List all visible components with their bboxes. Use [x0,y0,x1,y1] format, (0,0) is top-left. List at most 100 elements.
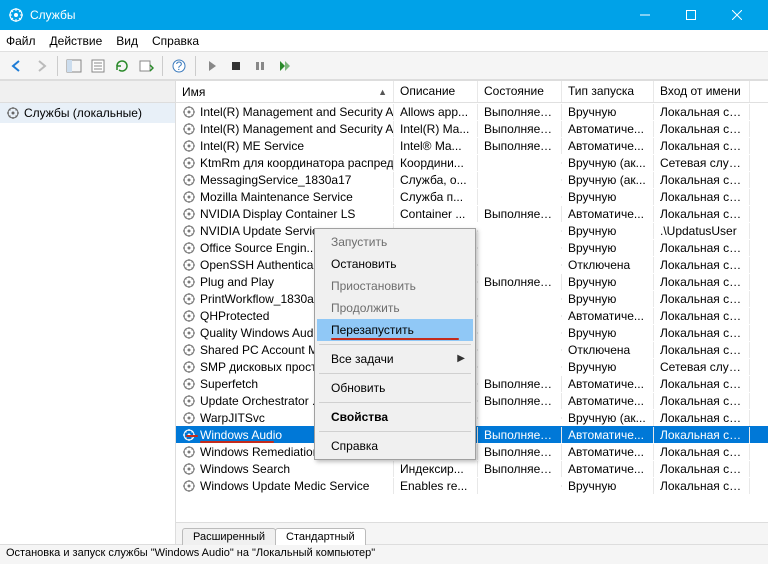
service-logon: Локальная слу... [654,325,750,341]
context-restart[interactable]: Перезапустить [317,319,473,341]
service-logon: Сетевая служба [654,155,750,171]
restart-service-button[interactable] [273,55,295,77]
service-logon: Локальная сис... [654,478,750,494]
context-stop[interactable]: Остановить [317,253,473,275]
view-tabs: Расширенный Стандартный [176,522,768,544]
service-startup: Вручную [562,325,654,341]
forward-button[interactable] [30,55,52,77]
service-row[interactable]: NVIDIA Display Container LSContainer ...… [176,205,768,222]
minimize-button[interactable] [622,0,668,30]
service-state: Выполняется [478,138,562,154]
stop-service-button[interactable] [225,55,247,77]
service-row[interactable]: Windows Update Medic Service Enables re..… [176,477,768,494]
properties-button[interactable] [87,55,109,77]
service-row[interactable]: Intel(R) Management and Security Ap...In… [176,120,768,137]
service-row[interactable]: Intel(R) ME ServiceIntel® Ma...Выполняет… [176,137,768,154]
sort-asc-icon: ▲ [378,87,387,97]
pause-service-button[interactable] [249,55,271,77]
gear-icon [182,292,196,306]
gear-icon [182,275,196,289]
tree-services-local[interactable]: Службы (локальные) [0,103,175,123]
gear-icon [182,258,196,272]
context-help[interactable]: Справка [317,435,473,457]
service-logon: Локальная сис... [654,121,750,137]
service-name: Intel(R) ME Service [200,139,304,153]
service-row[interactable]: Mozilla Maintenance ServiceСлужба п...Вр… [176,188,768,205]
refresh-button[interactable] [111,55,133,77]
gear-icon [182,190,196,204]
service-row[interactable]: Intel(R) Management and Security Ap...Al… [176,103,768,120]
service-state [478,196,562,198]
service-name: Intel(R) Management and Security Ap... [200,122,394,136]
service-logon: Локальная слу... [654,427,750,443]
help-button[interactable]: ? [168,55,190,77]
context-pause[interactable]: Приостановить [317,275,473,297]
column-logon[interactable]: Вход от имени [654,81,750,102]
context-all-tasks[interactable]: Все задачи▶ [317,348,473,370]
service-desc: Служба, о... [394,172,478,188]
service-desc: Enables re... [394,478,478,494]
back-button[interactable] [6,55,28,77]
service-logon: Локальная слу... [654,410,750,426]
service-logon: Локальная сис... [654,376,750,392]
tab-standard[interactable]: Стандартный [275,528,366,545]
service-row[interactable]: MessagingService_1830a17Служба, о...Вруч… [176,171,768,188]
show-hide-tree-button[interactable] [63,55,85,77]
service-startup: Вручную [562,240,654,256]
service-state [478,332,562,334]
context-resume[interactable]: Продолжить [317,297,473,319]
column-startup[interactable]: Тип запуска [562,81,654,102]
menu-view[interactable]: Вид [116,34,138,48]
menu-help[interactable]: Справка [152,34,199,48]
tab-extended[interactable]: Расширенный [182,528,276,545]
service-startup: Автоматиче... [562,138,654,154]
service-state: Выполняется [478,274,562,290]
service-logon: Локальная сис... [654,138,750,154]
service-name: Office Source Engin... [200,241,317,255]
service-logon: Локальная сис... [654,342,750,358]
column-headers: Имя▲ Описание Состояние Тип запуска Вход… [176,81,768,103]
context-refresh[interactable]: Обновить [317,377,473,399]
service-startup: Вручную (ак... [562,155,654,171]
service-name: KtmRm для координатора распреде... [200,156,394,170]
close-button[interactable] [714,0,760,30]
service-row[interactable]: Windows SearchИндексир...ВыполняетсяАвто… [176,460,768,477]
column-state[interactable]: Состояние [478,81,562,102]
service-startup: Автоматиче... [562,121,654,137]
gear-icon [182,241,196,255]
service-name: Windows Search [200,462,290,476]
column-description[interactable]: Описание [394,81,478,102]
context-properties[interactable]: Свойства [317,406,473,428]
service-logon: Локальная сис... [654,257,750,273]
service-row[interactable]: KtmRm для координатора распреде...Коорди… [176,154,768,171]
service-name: NVIDIA Update Servic... [200,224,328,238]
service-startup: Автоматиче... [562,427,654,443]
menu-file[interactable]: Файл [6,34,36,48]
gear-icon [182,105,196,119]
menu-action[interactable]: Действие [50,34,103,48]
context-start[interactable]: Запустить [317,231,473,253]
service-logon: Локальная сис... [654,291,750,307]
gear-icon [182,122,196,136]
gear-icon [182,139,196,153]
title-bar: Службы [0,0,768,30]
gear-icon [182,156,196,170]
toolbar: ? [0,52,768,80]
service-name: Windows Update Medic Service [200,479,369,493]
start-service-button[interactable] [201,55,223,77]
service-logon: Локальная сис... [654,274,750,290]
service-startup: Автоматиче... [562,444,654,460]
service-startup: Вручную (ак... [562,172,654,188]
service-name: OpenSSH Authentica... [200,258,323,272]
gear-icon [182,207,196,221]
service-state [478,315,562,317]
service-state: Выполняется [478,461,562,477]
service-startup: Вручную [562,189,654,205]
gear-icon [6,106,20,120]
export-button[interactable] [135,55,157,77]
column-name[interactable]: Имя▲ [176,81,394,102]
maximize-button[interactable] [668,0,714,30]
svg-text:?: ? [176,59,183,73]
service-name: NVIDIA Display Container LS [200,207,355,221]
service-desc: Служба п... [394,189,478,205]
